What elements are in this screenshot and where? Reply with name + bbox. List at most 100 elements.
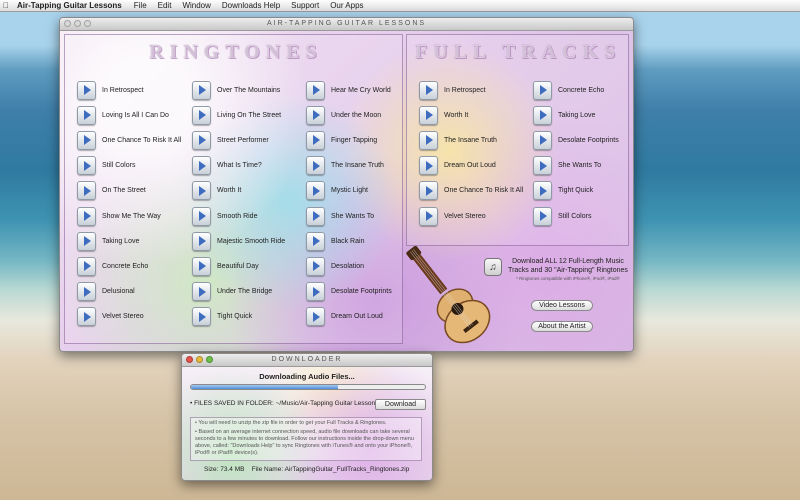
play-icon[interactable] [77, 181, 96, 201]
ringtone-item[interactable]: Velvet Stereo [77, 307, 144, 327]
ringtone-item[interactable]: Dream Out Loud [306, 307, 383, 327]
full-track-item[interactable]: Tight Quick [533, 181, 593, 201]
ringtone-item[interactable]: On The Street [77, 181, 146, 201]
play-icon[interactable] [192, 307, 211, 327]
ringtone-item[interactable]: Still Colors [77, 156, 135, 176]
play-icon[interactable] [419, 156, 438, 176]
ringtone-item[interactable]: Delusional [77, 282, 135, 302]
play-icon[interactable] [192, 206, 211, 226]
ringtone-item[interactable]: The Insane Truth [306, 156, 384, 176]
play-icon[interactable] [306, 206, 325, 226]
ringtone-item[interactable]: Mystic Light [306, 181, 368, 201]
play-icon[interactable] [306, 282, 325, 302]
close-icon[interactable] [64, 20, 71, 27]
ringtone-item[interactable]: Desolate Footprints [306, 282, 392, 302]
play-icon[interactable] [192, 256, 211, 276]
full-track-item[interactable]: Taking Love [533, 105, 595, 125]
menu-edit[interactable]: Edit [158, 1, 172, 10]
full-track-item[interactable]: She Wants To [533, 156, 601, 176]
ringtone-item[interactable]: Finger Tapping [306, 130, 377, 150]
play-icon[interactable] [306, 307, 325, 327]
menu-window[interactable]: Window [182, 1, 210, 10]
ringtone-item[interactable]: Street Performer [192, 130, 269, 150]
play-icon[interactable] [306, 156, 325, 176]
ringtone-item[interactable]: Desolation [306, 256, 364, 276]
play-icon[interactable] [306, 231, 325, 251]
ringtone-item[interactable]: Loving Is All I Can Do [77, 105, 169, 125]
play-icon[interactable] [192, 130, 211, 150]
play-icon[interactable] [77, 307, 96, 327]
ringtone-item[interactable]: Beautiful Day [192, 256, 259, 276]
play-icon[interactable] [77, 256, 96, 276]
download-all-text[interactable]: Download ALL 12 Full-Length Music Tracks… [506, 257, 630, 275]
apple-icon[interactable]:  [3, 1, 17, 10]
ringtone-item[interactable]: Tight Quick [192, 307, 252, 327]
full-track-item[interactable]: Worth It [419, 105, 468, 125]
play-icon[interactable] [533, 80, 552, 100]
ringtone-item[interactable]: Under The Bridge [192, 282, 272, 302]
menu-app-name[interactable]: Air-Tapping Guitar Lessons [17, 1, 122, 10]
play-icon[interactable] [533, 130, 552, 150]
play-icon[interactable] [533, 156, 552, 176]
full-track-item[interactable]: Velvet Stereo [419, 206, 486, 226]
play-icon[interactable] [192, 80, 211, 100]
ringtone-item[interactable]: Concrete Echo [77, 256, 148, 276]
play-icon[interactable] [77, 206, 96, 226]
full-track-item[interactable]: The Insane Truth [419, 130, 497, 150]
ringtone-item[interactable]: Taking Love [77, 231, 139, 251]
video-lessons-button[interactable]: Video Lessons [531, 300, 593, 311]
full-track-item[interactable]: Still Colors [533, 206, 591, 226]
ringtone-item[interactable]: Hear Me Cry World [306, 80, 391, 100]
play-icon[interactable] [306, 181, 325, 201]
ringtone-item[interactable]: Under the Moon [306, 105, 381, 125]
full-track-item[interactable]: In Retrospect [419, 80, 486, 100]
close-icon[interactable] [186, 356, 193, 363]
play-icon[interactable] [419, 80, 438, 100]
play-icon[interactable] [306, 80, 325, 100]
download-button[interactable]: Download [375, 399, 426, 410]
menu-our-apps[interactable]: Our Apps [330, 1, 363, 10]
ringtone-item[interactable]: Black Rain [306, 231, 364, 251]
ringtone-item[interactable]: In Retrospect [77, 80, 144, 100]
play-icon[interactable] [77, 156, 96, 176]
ringtone-item[interactable]: Living On The Street [192, 105, 281, 125]
play-icon[interactable] [306, 130, 325, 150]
play-icon[interactable] [419, 105, 438, 125]
zoom-icon[interactable] [206, 356, 213, 363]
menu-downloads-help[interactable]: Downloads Help [222, 1, 280, 10]
play-icon[interactable] [77, 130, 96, 150]
downloader-title-bar[interactable]: DOWNLOADER [182, 354, 432, 367]
minimize-icon[interactable] [74, 20, 81, 27]
full-track-item[interactable]: Concrete Echo [533, 80, 604, 100]
play-icon[interactable] [192, 181, 211, 201]
ringtone-item[interactable]: Show Me The Way [77, 206, 161, 226]
play-icon[interactable] [419, 206, 438, 226]
play-icon[interactable] [77, 282, 96, 302]
play-icon[interactable] [192, 105, 211, 125]
minimize-icon[interactable] [196, 356, 203, 363]
ringtone-item[interactable]: Worth It [192, 181, 241, 201]
music-note-icon[interactable]: ♫ [484, 258, 502, 276]
ringtone-item[interactable]: One Chance To Risk It All [77, 130, 181, 150]
about-artist-button[interactable]: About the Artist [531, 321, 593, 332]
play-icon[interactable] [533, 206, 552, 226]
full-track-item[interactable]: One Chance To Risk It All [419, 181, 523, 201]
play-icon[interactable] [192, 231, 211, 251]
play-icon[interactable] [77, 80, 96, 100]
download-all-promo[interactable]: ♫ Download ALL 12 Full-Length Music Trac… [484, 256, 630, 284]
ringtone-item[interactable]: What Is Time? [192, 156, 262, 176]
play-icon[interactable] [306, 105, 325, 125]
play-icon[interactable] [419, 130, 438, 150]
play-icon[interactable] [77, 105, 96, 125]
play-icon[interactable] [192, 282, 211, 302]
play-icon[interactable] [306, 256, 325, 276]
play-icon[interactable] [77, 231, 96, 251]
main-title-bar[interactable]: AIR-TAPPING GUITAR LESSONS [60, 18, 633, 31]
full-track-item[interactable]: Dream Out Loud [419, 156, 496, 176]
play-icon[interactable] [533, 181, 552, 201]
ringtone-item[interactable]: She Wants To [306, 206, 374, 226]
full-track-item[interactable]: Desolate Footprints [533, 130, 619, 150]
menu-support[interactable]: Support [291, 1, 319, 10]
zoom-icon[interactable] [84, 20, 91, 27]
play-icon[interactable] [192, 156, 211, 176]
